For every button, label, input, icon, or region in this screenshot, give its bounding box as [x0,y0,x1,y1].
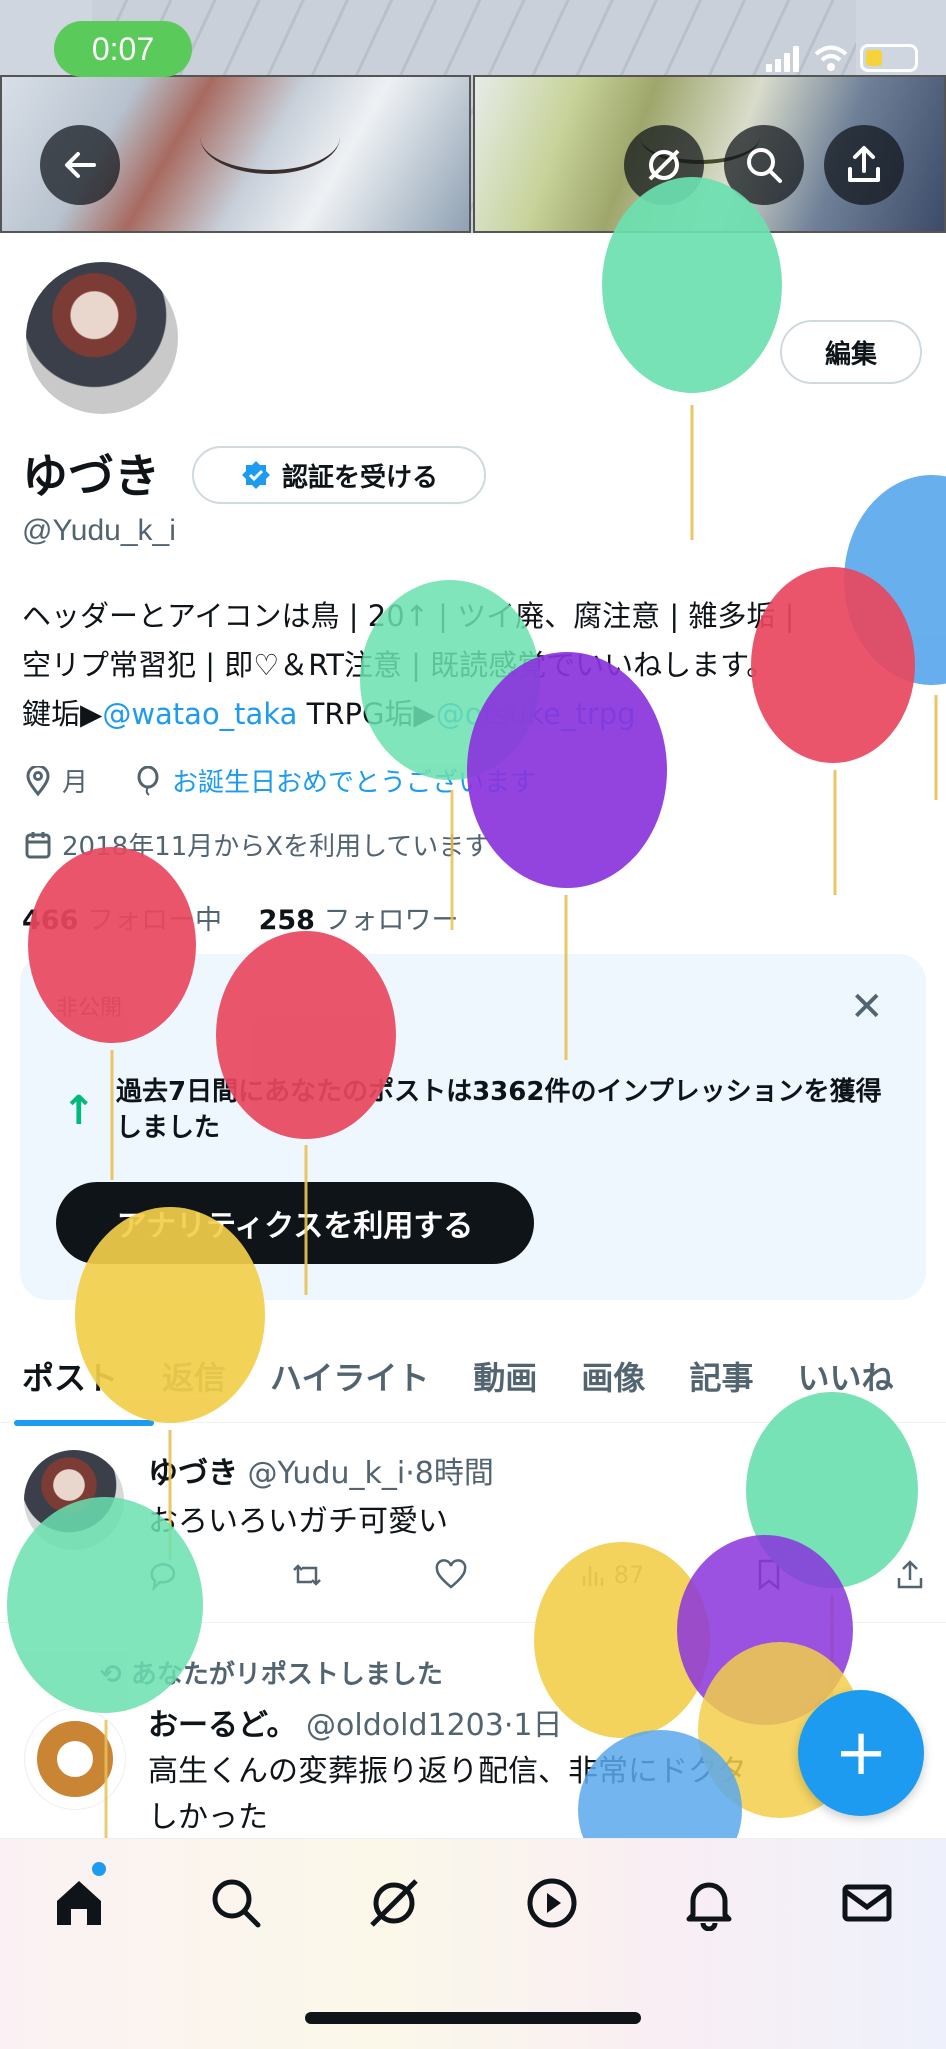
share-button[interactable] [824,125,904,205]
views-stat[interactable]: 87 [578,1558,645,1592]
following-label: フォロー中 [86,905,222,936]
video-icon[interactable] [524,1875,580,1931]
tab-images[interactable]: 画像 [559,1330,667,1422]
wifi-icon [814,45,848,71]
post-separator: · [405,1456,415,1491]
arrow-up-icon: ↑ [62,1088,96,1134]
mail-icon[interactable] [839,1875,895,1931]
banner-face-left [200,100,340,174]
reply-icon[interactable] [146,1558,180,1592]
joined-row: 2018年11月からXを利用しています [24,826,490,863]
views-icon [582,1566,603,1586]
share-post-icon[interactable] [894,1558,926,1592]
repost-note: ⟲ あなたがリポストしました [100,1654,443,1691]
post-author-handle[interactable]: @oldold1203 [306,1708,504,1743]
compose-button[interactable]: + [798,1690,924,1816]
verified-badge-icon [241,461,270,489]
bio-line-3-prefix: 鍵垢▶ [22,697,103,731]
post-separator: · [503,1708,514,1743]
profile-name: ゆづき [22,449,160,503]
profile-handle: @Yudu_k_i [22,514,176,547]
calendar-icon [25,831,51,858]
post-author-name[interactable]: ゆづき [148,1456,238,1491]
back-arrow-icon [65,152,96,178]
grok-nav-icon[interactable] [366,1875,422,1931]
followers-label: フォロワー [323,905,459,936]
plus-icon: + [834,1716,888,1790]
tab-videos[interactable]: 動画 [451,1330,559,1422]
tab-posts[interactable]: ポスト [0,1330,155,1426]
get-verified-label: 認証を受ける [281,462,438,493]
profile-avatar[interactable] [22,258,182,418]
search-button[interactable] [724,125,804,205]
bio-line-1: ヘッダーとアイコンは鳥 | 20↑ | ツイ廃、腐注意 | 雑多垢 | [22,599,795,633]
status-icons [766,38,918,72]
post-text-line-2: しかった [148,1800,268,1835]
tab-replies[interactable]: 返信 [140,1330,248,1422]
tab-likes[interactable]: いいね [775,1330,915,1422]
post-divider [0,1622,946,1623]
post-header: おーるど。 @oldold1203·1日 [148,1700,563,1744]
bio-line-2: 空リプ常習犯 | 即♡＆RT注意 | 既読感覚でいいねします。 [22,648,776,682]
repost-note-icon: ⟲ [100,1660,131,1690]
back-button[interactable] [40,125,120,205]
analytics-button[interactable]: アナリティクスを利用する [56,1182,534,1264]
followers-count: 258 [258,905,315,936]
grok-button[interactable] [624,125,704,205]
repost-note-text: あなたがリポストしました [130,1660,443,1690]
profile-tabs: ポスト 返信 ハイライト 動画 画像 記事 いいね [0,1330,946,1426]
post-time: 1日 [513,1708,563,1743]
like-icon[interactable] [434,1558,468,1592]
profile-bio: ヘッダーとアイコンは鳥 | 20↑ | ツイ廃、腐注意 | 雑多垢 | 空リプ常… [22,592,922,739]
post-time: 8時間 [414,1456,494,1491]
bookmark-icon[interactable] [754,1558,784,1592]
close-icon[interactable]: ✕ [850,984,884,1030]
profile-meta-row: 月 お誕生日おめでとうございます [24,762,536,799]
following-count: 466 [22,905,79,936]
post-text-line-1: 高生くんの変葬振り返り配信、非常にドクタ [148,1754,747,1789]
grok-icon [648,149,680,181]
status-time: 0:07 [54,21,192,77]
follow-stats: 466 フォロー中 258 フォロワー [22,898,459,937]
get-verified-button[interactable]: 認証を受ける [192,446,486,504]
followers-link[interactable]: 258 フォロワー [259,905,459,936]
share-icon [848,146,880,182]
donut-avatar-image [37,1721,113,1797]
post-author-handle[interactable]: @Yudu_k_i [248,1456,406,1491]
home-indicator [305,2012,641,2024]
bio-line-3: 鍵垢▶@watao_taka TRPG垢▶@otsuke_trpg [22,690,922,739]
signal-icon [766,44,802,72]
tab-articles[interactable]: 記事 [667,1330,775,1422]
explore-icon[interactable] [208,1875,264,1931]
views-count: 87 [613,1561,645,1589]
location-icon [26,765,50,796]
repost-icon[interactable] [290,1558,324,1592]
balloon-icon [137,765,159,796]
bottom-nav [0,1858,946,1948]
edit-profile-button[interactable]: 編集 [780,320,922,384]
battery-icon [860,44,918,72]
post-author-name[interactable]: おーるど。 [148,1708,297,1743]
bell-icon[interactable] [681,1875,737,1931]
search-icon [747,148,782,183]
impressions-text: 過去7日間にあなたのポストは3362件のインプレッションを獲得しました [116,1077,882,1143]
balloon [746,1392,918,1720]
home-icon[interactable] [51,1875,107,1931]
bio-line-3-mid: TRPG垢▶ [297,697,436,731]
birthday-text[interactable]: お誕生日おめでとうございます [172,762,536,799]
home-notification-dot [92,1862,106,1876]
profile-location: 月 [62,768,89,798]
private-label: 非公開 [56,996,123,1021]
post-avatar[interactable] [24,1708,126,1810]
tab-highlights[interactable]: ハイライト [248,1330,451,1422]
post-actions: 87 [146,1558,926,1592]
following-link[interactable]: 466 フォロー中 [22,905,222,936]
post-avatar[interactable] [24,1450,124,1550]
bio-link-watao[interactable]: @watao_taka [102,697,297,731]
bio-link-trpg[interactable]: @otsuke_trpg [436,697,636,731]
joined-date: 2018年11月からXを利用しています [62,832,491,862]
post-header: ゆづき @Yudu_k_i·8時間 [148,1448,494,1492]
post-text: おろいろいガチ可愛い [148,1504,448,1539]
